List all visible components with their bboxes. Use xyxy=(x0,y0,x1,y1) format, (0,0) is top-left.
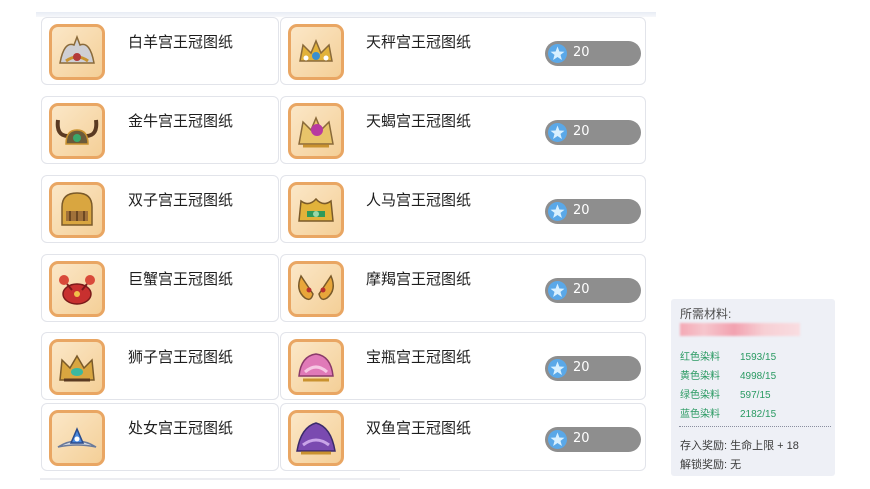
blueprint-card-leo[interactable]: 狮子宫王冠图纸 xyxy=(41,332,279,400)
store-reward-value: 生命上限 + 18 xyxy=(730,440,799,452)
aries-crown-icon xyxy=(49,24,105,80)
blueprint-name: 白羊宫王冠图纸 xyxy=(128,33,234,51)
blueprint-name: 摩羯宫王冠图纸 xyxy=(366,270,472,288)
blueprint-name: 宝瓶宫王冠图纸 xyxy=(366,348,472,366)
unlock-reward-label: 解锁奖励: xyxy=(680,459,728,471)
taurus-crown-icon xyxy=(49,103,105,159)
list-bottom-edge xyxy=(40,478,400,480)
star-gem-icon xyxy=(548,359,567,378)
blueprint-name: 人马宫王冠图纸 xyxy=(366,191,472,209)
aquarius-crown-icon xyxy=(288,339,344,395)
blueprint-card-scorpio[interactable]: 天蝎宫王冠图纸 20 xyxy=(280,96,646,164)
virgo-crown-icon xyxy=(49,410,105,466)
materials-title: 所需材料: xyxy=(680,307,732,321)
price-pill[interactable]: 20 xyxy=(545,41,641,66)
price-pill[interactable]: 20 xyxy=(545,427,641,452)
star-gem-icon xyxy=(548,44,567,63)
price-value: 20 xyxy=(573,124,590,139)
redacted-item-name xyxy=(680,323,800,336)
blueprint-name: 狮子宫王冠图纸 xyxy=(128,348,234,366)
dye-amount: 1593/15 xyxy=(740,352,777,363)
blueprint-name: 金牛宫王冠图纸 xyxy=(128,112,234,130)
leo-crown-icon xyxy=(49,339,105,395)
scorpio-crown-icon xyxy=(288,103,344,159)
unlock-reward-row: 解锁奖励: 无 xyxy=(680,456,741,472)
blueprint-card-virgo[interactable]: 处女宫王冠图纸 xyxy=(41,403,279,471)
cancer-crown-icon xyxy=(49,261,105,317)
price-value: 20 xyxy=(573,203,590,218)
blueprint-card-libra[interactable]: 天秤宫王冠图纸 20 xyxy=(280,17,646,85)
star-gem-icon xyxy=(548,202,567,221)
blueprint-name: 天蝎宫王冠图纸 xyxy=(366,112,472,130)
dye-row-yellow: 黄色染料 4998/15 xyxy=(680,367,776,382)
dye-row-green: 绿色染料 597/15 xyxy=(680,386,771,401)
sagittarius-crown-icon xyxy=(288,182,344,238)
blueprint-card-aries[interactable]: 白羊宫王冠图纸 xyxy=(41,17,279,85)
blueprint-card-gemini[interactable]: 双子宫王冠图纸 xyxy=(41,175,279,243)
dye-amount: 2182/15 xyxy=(740,409,777,420)
dye-amount: 4998/15 xyxy=(740,371,777,382)
star-gem-icon xyxy=(548,123,567,142)
unlock-reward-value: 无 xyxy=(730,459,742,471)
capricorn-crown-icon xyxy=(288,261,344,317)
blueprint-name: 处女宫王冠图纸 xyxy=(128,419,234,437)
dye-name: 蓝色染料 xyxy=(680,409,720,420)
price-value: 20 xyxy=(573,45,590,60)
dye-amount: 597/15 xyxy=(740,390,771,401)
blueprint-name: 巨蟹宫王冠图纸 xyxy=(128,270,234,288)
blueprint-card-sagittarius[interactable]: 人马宫王冠图纸 20 xyxy=(280,175,646,243)
price-pill[interactable]: 20 xyxy=(545,199,641,224)
libra-crown-icon xyxy=(288,24,344,80)
blueprint-name: 双鱼宫王冠图纸 xyxy=(366,419,472,437)
price-value: 20 xyxy=(573,282,590,297)
blueprint-card-pisces[interactable]: 双鱼宫王冠图纸 20 xyxy=(280,403,646,471)
star-gem-icon xyxy=(548,430,567,449)
store-reward-row: 存入奖励: 生命上限 + 18 xyxy=(680,437,799,453)
pisces-crown-icon xyxy=(288,410,344,466)
price-pill[interactable]: 20 xyxy=(545,356,641,381)
dye-name: 红色染料 xyxy=(680,352,720,363)
price-value: 20 xyxy=(573,360,590,375)
store-reward-label: 存入奖励: xyxy=(680,440,728,452)
dye-row-red: 红色染料 1593/15 xyxy=(680,348,776,363)
blueprint-name: 双子宫王冠图纸 xyxy=(128,191,234,209)
materials-tooltip: 所需材料: 红色染料 1593/15 黄色染料 4998/15 绿色染料 597/15… xyxy=(671,299,835,476)
tooltip-divider xyxy=(679,426,831,427)
dye-name: 黄色染料 xyxy=(680,371,720,382)
price-pill[interactable]: 20 xyxy=(545,278,641,303)
blueprint-card-cancer[interactable]: 巨蟹宫王冠图纸 xyxy=(41,254,279,322)
gemini-crown-icon xyxy=(49,182,105,238)
blueprint-card-capricorn[interactable]: 摩羯宫王冠图纸 20 xyxy=(280,254,646,322)
blueprint-name: 天秤宫王冠图纸 xyxy=(366,33,472,51)
blueprint-card-aquarius[interactable]: 宝瓶宫王冠图纸 20 xyxy=(280,332,646,400)
star-gem-icon xyxy=(548,281,567,300)
dye-row-blue: 蓝色染料 2182/15 xyxy=(680,405,776,420)
blueprint-card-taurus[interactable]: 金牛宫王冠图纸 xyxy=(41,96,279,164)
dye-name: 绿色染料 xyxy=(680,390,720,401)
price-value: 20 xyxy=(573,431,590,446)
price-pill[interactable]: 20 xyxy=(545,120,641,145)
